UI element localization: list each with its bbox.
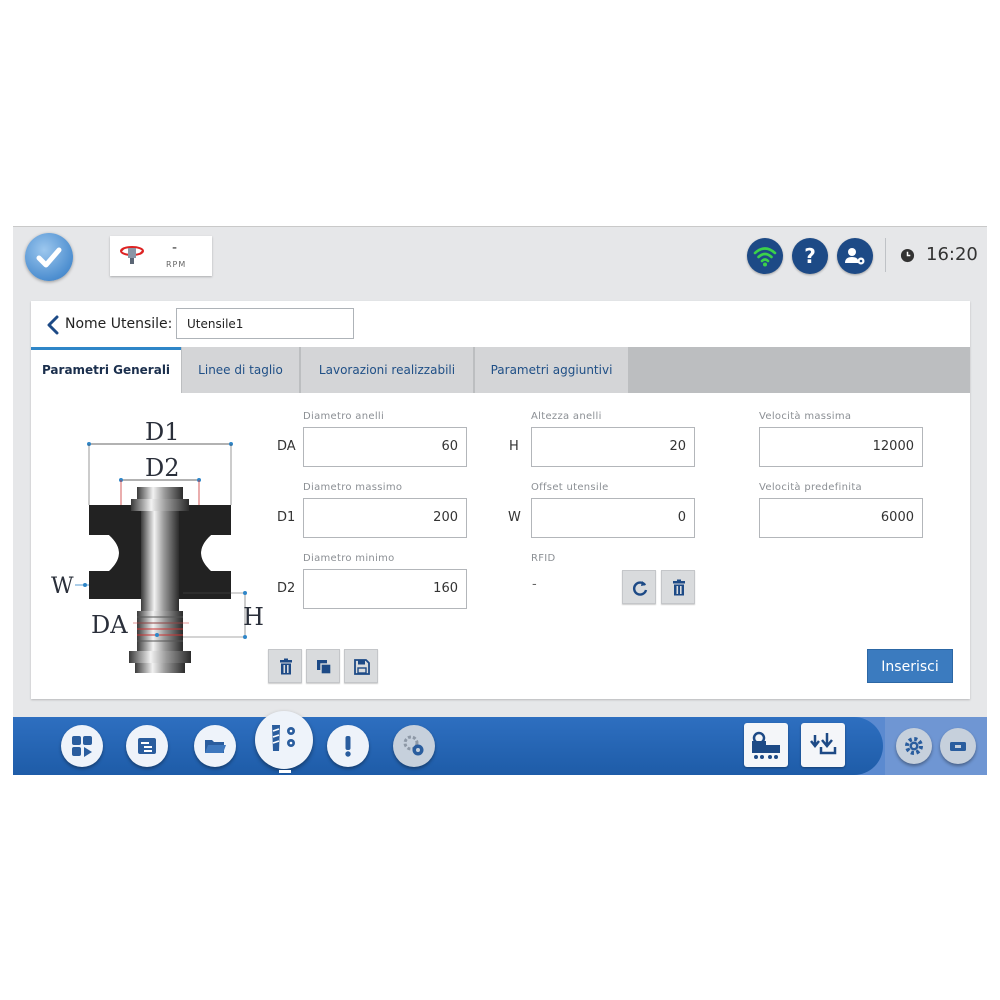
- alerts-button[interactable]: [327, 725, 369, 767]
- active-indicator: [279, 770, 291, 773]
- tool-manager-button[interactable]: [255, 711, 313, 769]
- display-icon: [950, 742, 966, 751]
- rpm-label: RPM: [166, 260, 187, 269]
- rpm-value: -: [172, 240, 178, 256]
- delete-tool-button[interactable]: [268, 649, 302, 683]
- spindle-rpm-card: - RPM: [110, 236, 212, 276]
- bottom-dock: [13, 711, 987, 775]
- download-button[interactable]: [801, 723, 845, 767]
- wifi-button[interactable]: [747, 238, 783, 274]
- display-button[interactable]: [940, 728, 976, 764]
- tab-lavorazioni-realizzabili[interactable]: Lavorazioni realizzabili: [301, 347, 473, 393]
- diametro-massimo-field[interactable]: 200: [303, 498, 467, 538]
- wifi-icon: [753, 247, 777, 267]
- tool-name-input[interactable]: Utensile1: [176, 308, 354, 339]
- trash-icon: [673, 579, 685, 596]
- copy-tool-button[interactable]: [306, 649, 340, 683]
- diametro-anelli-field[interactable]: 60: [303, 427, 467, 467]
- altezza-anelli-field[interactable]: 20: [531, 427, 695, 467]
- settings-icon: [403, 735, 424, 756]
- altezza-anelli-code: H: [509, 439, 519, 454]
- folder-button[interactable]: [194, 725, 236, 767]
- help-icon: ?: [804, 244, 816, 268]
- rfid-delete-button[interactable]: [661, 570, 695, 604]
- offset-utensile-field[interactable]: 0: [531, 498, 695, 538]
- tool-icon: [272, 725, 295, 751]
- rfid-label: RFID: [531, 553, 556, 564]
- diametro-massimo-code: D1: [277, 510, 296, 525]
- diametro-anelli-label: Diametro anelli: [303, 411, 385, 422]
- alert-icon: [345, 736, 351, 757]
- refresh-icon: [633, 581, 648, 596]
- machine-lock-button[interactable]: [744, 723, 788, 767]
- program-list-button[interactable]: [126, 725, 168, 767]
- diagram-label-h: H: [243, 603, 264, 631]
- status-bar: - RPM ? 16:20: [13, 227, 987, 289]
- copy-icon: [317, 660, 332, 675]
- check-icon: [36, 247, 62, 268]
- tab-linee-di-taglio[interactable]: Linee di taglio: [182, 347, 299, 393]
- back-chevron-icon[interactable]: [45, 315, 61, 335]
- machine-screen: - RPM ? 16:20 Nome Utensile: Utensile1 P…: [13, 226, 987, 775]
- save-tool-button[interactable]: [344, 649, 378, 683]
- download-icon: [810, 733, 837, 755]
- rfid-value: -: [532, 577, 537, 592]
- clock-time: 16:20: [926, 244, 978, 265]
- tool-diagram: D1 D2 W DA H: [51, 418, 264, 673]
- rfid-refresh-button[interactable]: [622, 570, 656, 604]
- tool-editor-panel: Nome Utensile: Utensile1 Parametri Gener…: [31, 301, 970, 699]
- program-list-icon: [138, 738, 156, 754]
- lock-machine-icon: [752, 731, 780, 759]
- diagram-label-d1: D1: [145, 418, 180, 446]
- tool-name-label: Nome Utensile:: [65, 316, 173, 332]
- diagram-label-w: W: [51, 574, 74, 599]
- clock-icon: [900, 248, 915, 263]
- velocita-massima-field[interactable]: 12000: [759, 427, 923, 467]
- velocita-predefinita-label: Velocità predefinita: [759, 482, 862, 493]
- diagram-label-da: DA: [91, 611, 128, 639]
- insert-button[interactable]: Inserisci: [867, 649, 953, 683]
- tab-bar: Parametri Generali Linee di taglio Lavor…: [31, 347, 970, 393]
- gear-icon: [905, 737, 923, 755]
- offset-utensile-label: Offset utensile: [531, 482, 609, 493]
- offset-utensile-code: W: [508, 510, 521, 525]
- dashboard-icon: [72, 736, 92, 757]
- trash-icon: [280, 658, 292, 675]
- altezza-anelli-label: Altezza anelli: [531, 411, 602, 422]
- tab-parametri-aggiuntivi[interactable]: Parametri aggiuntivi: [475, 347, 628, 393]
- folder-icon: [205, 740, 226, 753]
- status-ok-button[interactable]: [25, 233, 73, 281]
- user-settings-icon: [845, 248, 865, 265]
- diametro-massimo-label: Diametro massimo: [303, 482, 403, 493]
- dashboard-button[interactable]: [61, 725, 103, 767]
- velocita-predefinita-field[interactable]: 6000: [759, 498, 923, 538]
- status-separator: [885, 238, 886, 272]
- diametro-minimo-field[interactable]: 160: [303, 569, 467, 609]
- spindle-icon: [120, 246, 144, 264]
- user-settings-button[interactable]: [837, 238, 873, 274]
- save-icon: [354, 659, 370, 675]
- svg-text:?: ?: [804, 244, 816, 268]
- velocita-massima-label: Velocità massima: [759, 411, 852, 422]
- diametro-anelli-code: DA: [277, 439, 296, 454]
- help-button[interactable]: ?: [792, 238, 828, 274]
- diametro-minimo-code: D2: [277, 581, 296, 596]
- system-settings-button[interactable]: [896, 728, 932, 764]
- diametro-minimo-label: Diametro minimo: [303, 553, 395, 564]
- tab-parametri-generali[interactable]: Parametri Generali: [31, 347, 181, 393]
- settings-button[interactable]: [393, 725, 435, 767]
- diagram-label-d2: D2: [145, 454, 180, 482]
